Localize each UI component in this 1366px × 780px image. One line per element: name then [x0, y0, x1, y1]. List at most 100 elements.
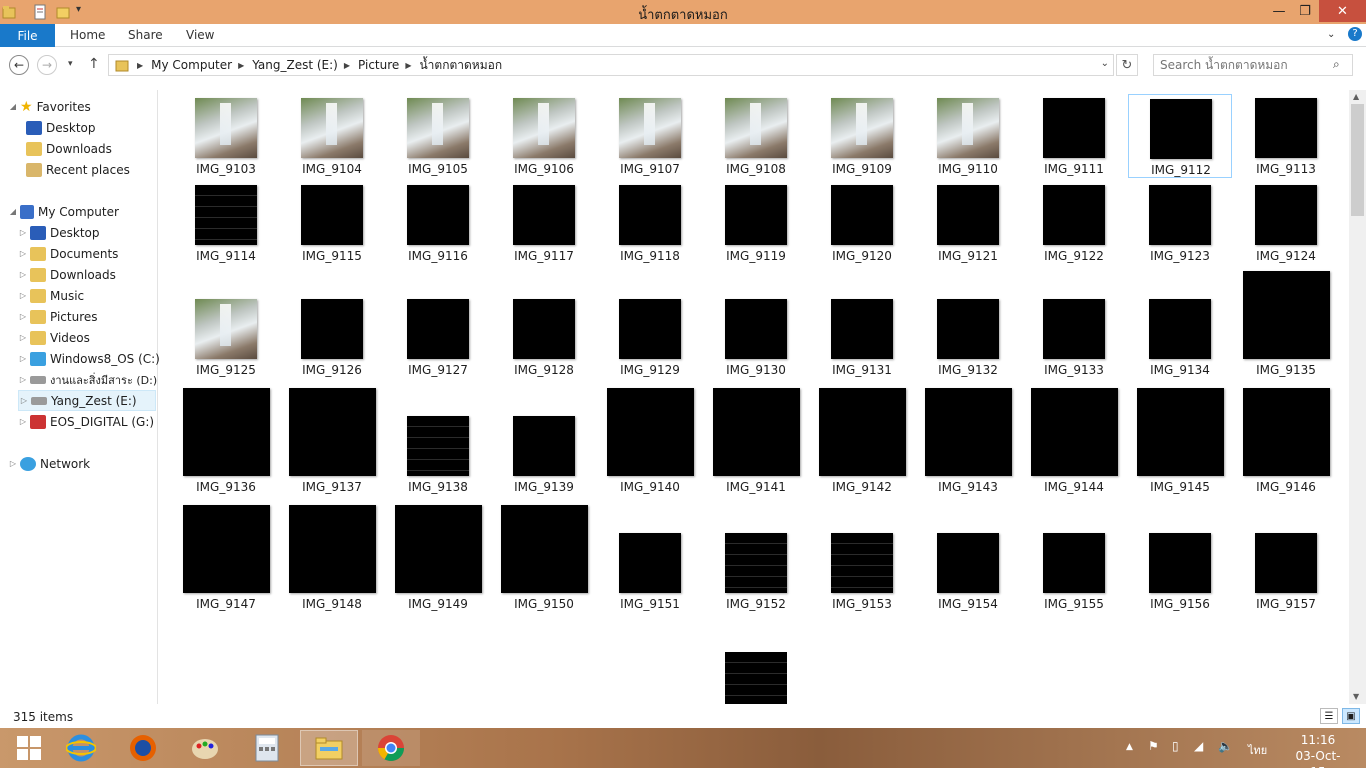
expand-arrow-icon[interactable]: ▷: [18, 228, 28, 237]
tree-downloads[interactable]: ▷ Downloads: [18, 264, 116, 285]
file-tile[interactable]: IMG_9149: [386, 505, 490, 617]
file-tile[interactable]: IMG_9142: [810, 388, 914, 500]
file-tile[interactable]: IMG_9122: [1022, 181, 1126, 265]
file-thumbnail[interactable]: [819, 622, 906, 704]
file-tile[interactable]: IMG_9155: [1022, 505, 1126, 617]
tree-drive-g[interactable]: ▷ EOS_DIGITAL (G:): [18, 411, 154, 432]
tree-network[interactable]: ▷ Network: [8, 453, 90, 474]
tree-drive-c[interactable]: ▷ Windows8_OS (C:): [18, 348, 160, 369]
file-tile[interactable]: IMG_9157: [1234, 505, 1338, 617]
help-icon[interactable]: ?: [1348, 27, 1362, 41]
file-tile[interactable]: IMG_9125: [174, 271, 278, 383]
expand-arrow-icon[interactable]: ▷: [18, 312, 28, 321]
expand-arrow-icon[interactable]: ▷: [19, 396, 29, 405]
tree-drive-e[interactable]: ▷ Yang_Zest (E:): [18, 390, 156, 411]
file-tile[interactable]: IMG_9127: [386, 271, 490, 383]
tree-music[interactable]: ▷ Music: [18, 285, 84, 306]
file-tile[interactable]: IMG_9140: [598, 388, 702, 500]
calculator-icon[interactable]: [238, 730, 296, 766]
file-thumbnail[interactable]: [725, 652, 787, 704]
file-tile[interactable]: IMG_9138: [386, 388, 490, 500]
file-view[interactable]: IMG_9103 IMG_9104 IMG_9105 IMG_9106 IMG_9107…: [160, 90, 1349, 704]
file-tile[interactable]: IMG_9143: [916, 388, 1020, 500]
scroll-down-icon[interactable]: ▼: [1353, 692, 1359, 701]
tree-my-computer[interactable]: ◢ My Computer: [8, 201, 119, 222]
windows-start-icon[interactable]: [0, 730, 58, 766]
file-tile[interactable]: IMG_9136: [174, 388, 278, 500]
file-thumbnail[interactable]: [407, 652, 469, 704]
file-tile[interactable]: IMG_9134: [1128, 271, 1232, 383]
close-button[interactable]: ✕: [1319, 0, 1366, 22]
back-button[interactable]: ←: [9, 55, 29, 75]
expand-arrow-icon[interactable]: ▷: [18, 417, 28, 426]
expand-arrow-icon[interactable]: ▷: [18, 375, 28, 384]
file-explorer-icon[interactable]: [300, 730, 358, 766]
address-dropdown-icon[interactable]: ⌄: [1101, 58, 1109, 69]
paint-icon[interactable]: [176, 730, 234, 766]
file-tile[interactable]: IMG_9104: [280, 94, 384, 178]
recent-locations-icon[interactable]: ▾: [68, 59, 73, 69]
battery-icon[interactable]: ▯: [1172, 739, 1179, 753]
scrollbar-thumb[interactable]: [1351, 104, 1364, 216]
file-thumbnail[interactable]: [183, 622, 270, 704]
file-tile[interactable]: IMG_9128: [492, 271, 596, 383]
file-tile[interactable]: IMG_9123: [1128, 181, 1232, 265]
refresh-button[interactable]: ↻: [1116, 54, 1138, 76]
breadcrumb-separator-icon[interactable]: ▶: [405, 61, 411, 70]
expand-arrow-icon[interactable]: ▷: [18, 291, 28, 300]
file-tile[interactable]: IMG_9118: [598, 181, 702, 265]
file-thumbnail[interactable]: [1137, 622, 1224, 704]
breadcrumb-separator-icon[interactable]: ▶: [344, 61, 350, 70]
tab-file[interactable]: File: [0, 24, 55, 47]
title-bar[interactable]: ▾ น้ำตกตาดหมอก — ❐ ✕: [0, 0, 1366, 24]
breadcrumb-picture[interactable]: Picture: [358, 58, 399, 72]
minimize-button[interactable]: —: [1266, 0, 1292, 22]
file-thumbnail[interactable]: [301, 652, 363, 704]
clock[interactable]: 11:16 03-Oct-15: [1288, 732, 1348, 780]
file-tile[interactable]: IMG_9126: [280, 271, 384, 383]
tree-videos[interactable]: ▷ Videos: [18, 327, 90, 348]
expand-ribbon-icon[interactable]: ⌄: [1327, 29, 1335, 40]
file-tile[interactable]: IMG_9106: [492, 94, 596, 178]
volume-icon[interactable]: 🔈: [1218, 739, 1233, 753]
file-tile[interactable]: IMG_9148: [280, 505, 384, 617]
file-tile[interactable]: IMG_9141: [704, 388, 808, 500]
file-tile[interactable]: IMG_9103: [174, 94, 278, 178]
expand-arrow-icon[interactable]: ▷: [18, 354, 28, 363]
file-tile[interactable]: IMG_9153: [810, 505, 914, 617]
file-tile[interactable]: IMG_9114: [174, 181, 278, 265]
forward-button[interactable]: →: [37, 55, 57, 75]
tree-pictures[interactable]: ▷ Pictures: [18, 306, 98, 327]
tree-documents[interactable]: ▷ Documents: [18, 243, 118, 264]
file-tile[interactable]: IMG_9146: [1234, 388, 1338, 500]
file-tile[interactable]: IMG_9156: [1128, 505, 1232, 617]
file-tile[interactable]: IMG_9119: [704, 181, 808, 265]
file-tile[interactable]: IMG_9115: [280, 181, 384, 265]
tab-share[interactable]: Share: [128, 28, 163, 42]
collapse-arrow-icon[interactable]: ◢: [8, 102, 18, 111]
up-button[interactable]: ↑: [88, 56, 100, 72]
expand-arrow-icon[interactable]: ▷: [18, 270, 28, 279]
file-tile[interactable]: IMG_9107: [598, 94, 702, 178]
file-thumbnail[interactable]: [607, 622, 694, 704]
file-tile[interactable]: IMG_9135: [1234, 271, 1338, 383]
breadcrumb-separator-icon[interactable]: ▶: [238, 61, 244, 70]
show-hidden-icons-icon[interactable]: ▲: [1126, 742, 1133, 752]
file-tile[interactable]: IMG_9113: [1234, 94, 1338, 178]
tree-favorites-downloads[interactable]: Downloads: [24, 138, 112, 159]
breadcrumb-current-folder[interactable]: น้ำตกตาดหมอก: [419, 56, 502, 75]
file-tile[interactable]: IMG_9111: [1022, 94, 1126, 178]
firefox-icon[interactable]: [114, 730, 172, 766]
expand-arrow-icon[interactable]: ▷: [18, 249, 28, 258]
file-tile[interactable]: IMG_9145: [1128, 388, 1232, 500]
address-bar[interactable]: ▶ My Computer ▶ Yang_Zest (E:) ▶ Picture…: [108, 54, 1114, 76]
file-thumbnail[interactable]: [1243, 622, 1330, 704]
collapse-arrow-icon[interactable]: ◢: [8, 207, 18, 216]
file-tile[interactable]: IMG_9133: [1022, 271, 1126, 383]
file-thumbnail[interactable]: [925, 622, 1012, 704]
file-tile[interactable]: IMG_9121: [916, 181, 1020, 265]
file-tile[interactable]: IMG_9124: [1234, 181, 1338, 265]
file-tile[interactable]: IMG_9109: [810, 94, 914, 178]
file-thumbnail[interactable]: [1031, 622, 1118, 704]
chrome-icon[interactable]: [362, 730, 420, 766]
